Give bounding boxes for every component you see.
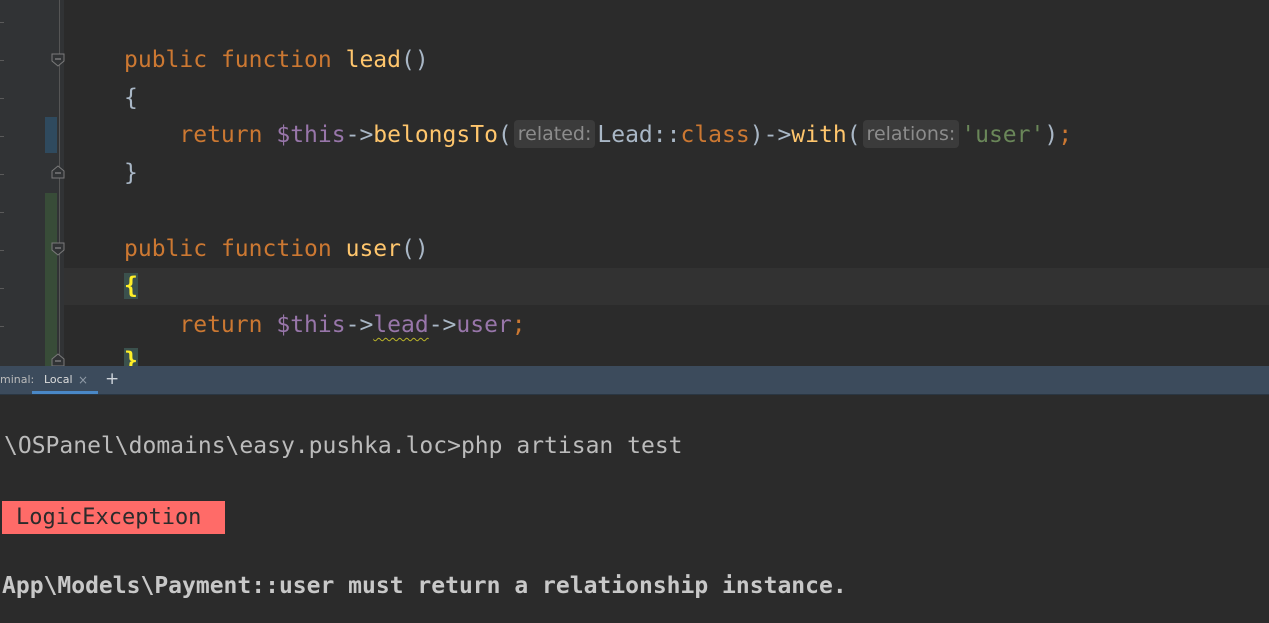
error-message: App\Models\Payment::user must return a r… (2, 573, 847, 599)
paren: ( (497, 122, 512, 148)
property: user (456, 312, 512, 338)
string-literal: 'user' (961, 122, 1045, 148)
gutter-ticks (0, 0, 6, 366)
operator: -> (763, 122, 792, 148)
code-line-return-lead-user[interactable]: return $this->lead->user; (124, 307, 526, 343)
tab-local[interactable]: Local × (32, 366, 98, 394)
code-line-lead-signature[interactable]: public function lead() (124, 42, 429, 78)
keyword: function (220, 47, 332, 73)
parameter-hint: relations: (862, 120, 960, 148)
paren: ) (749, 122, 764, 148)
keyword: return (179, 312, 263, 338)
terminal-label: minal: (0, 373, 35, 386)
function-name: lead (345, 47, 401, 73)
paren: ) (1044, 122, 1059, 148)
keyword: return (179, 122, 263, 148)
semicolon: ; (511, 312, 526, 338)
fold-start-icon[interactable] (50, 241, 66, 257)
code-line-belongs-to[interactable]: return $this->belongsTo(related: Lead::cl… (124, 117, 1072, 153)
active-tab-indicator (32, 391, 98, 394)
parens: () (400, 47, 429, 73)
property-warning: lead (373, 312, 429, 338)
keyword: public (124, 47, 208, 73)
exception-name: LogicException (16, 505, 202, 530)
function-name: user (345, 236, 401, 262)
method-name: with (791, 122, 847, 148)
brace: } (124, 160, 138, 186)
command-line: \OSPanel\domains\easy.pushka.loc>php art… (4, 433, 683, 459)
code-editor[interactable]: public function lead() { return $this->b… (0, 0, 1269, 366)
matched-brace: } (124, 348, 138, 366)
terminal-tab-bar: minal: Local × + (0, 366, 1269, 395)
paren: ( (846, 122, 861, 148)
variable: $this (276, 122, 346, 148)
fold-start-icon[interactable] (50, 52, 66, 68)
method-name: belongsTo (373, 122, 498, 148)
class-name: Lead:: (597, 122, 681, 148)
code-line-open-brace[interactable]: { (124, 80, 138, 116)
code-line-close-brace-current[interactable]: } (124, 343, 138, 366)
terminal-output[interactable]: \OSPanel\domains\easy.pushka.loc>php art… (0, 395, 1269, 623)
operator: -> (345, 312, 374, 338)
code-line-user-signature[interactable]: public function user() (124, 231, 429, 267)
semicolon: ; (1058, 122, 1073, 148)
operator: -> (428, 312, 457, 338)
added-lines-marker (45, 193, 57, 366)
tab-local-label: Local (44, 373, 73, 386)
code-line-open-brace-current[interactable]: { (124, 268, 138, 304)
parameter-hint: related: (513, 120, 596, 148)
keyword: public (124, 236, 208, 262)
close-icon[interactable]: × (78, 366, 88, 394)
add-tab-icon[interactable]: + (105, 366, 119, 392)
current-line-highlight (64, 268, 1269, 305)
operator: -> (345, 122, 374, 148)
matched-brace: { (124, 273, 138, 299)
modified-line-marker (45, 117, 57, 153)
keyword: class (680, 122, 750, 148)
fold-end-icon[interactable] (50, 352, 66, 366)
parens: () (400, 236, 429, 262)
editor-gutter (0, 0, 66, 366)
fold-end-icon[interactable] (50, 164, 66, 180)
variable: $this (276, 312, 346, 338)
code-line-close-brace[interactable]: } (124, 155, 138, 191)
keyword: function (220, 236, 332, 262)
exception-badge: LogicException (2, 501, 225, 534)
brace: { (124, 85, 138, 111)
